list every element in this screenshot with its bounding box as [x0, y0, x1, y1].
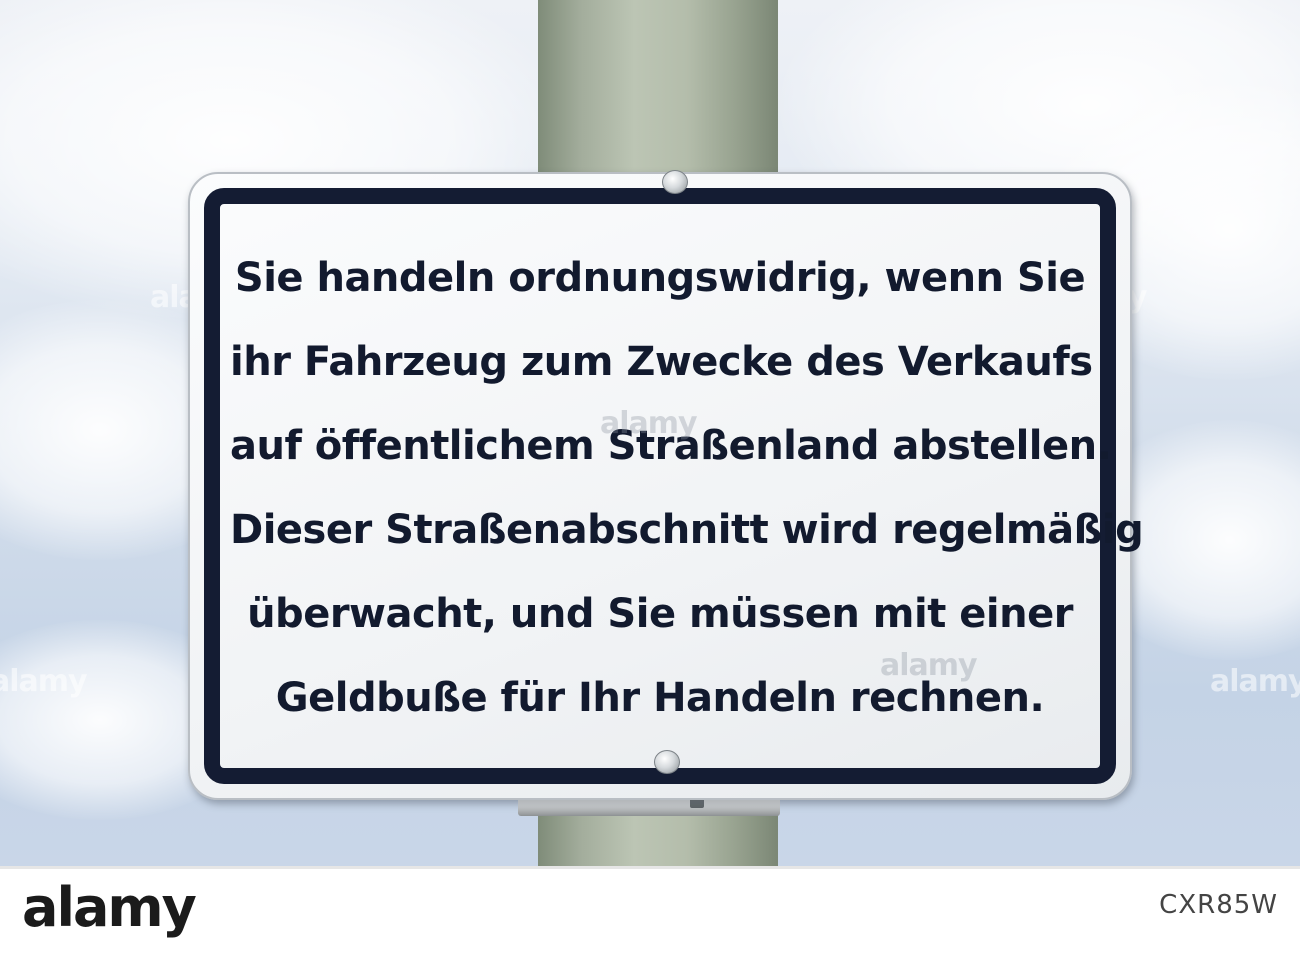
- sign-line: Dieser Straßenabschnitt wird regelmäßig: [230, 507, 1144, 553]
- watermark: alamy: [0, 664, 88, 699]
- watermark: alamy: [1210, 664, 1300, 699]
- alamy-logo: alamy: [22, 876, 197, 939]
- road-sign: Sie handeln ordnungswidrig, wenn Sie ihr…: [188, 170, 1144, 800]
- stock-footer: alamy CXR85W: [0, 866, 1300, 956]
- bottom-bolt-icon: [654, 750, 680, 774]
- photo-scene: alamy alamy alamy alamy Sie handeln ordn…: [0, 0, 1300, 866]
- sign-line: überwacht, und Sie müssen mit einer: [247, 591, 1073, 637]
- sign-line: Sie handeln ordnungswidrig, wenn Sie: [234, 255, 1086, 301]
- footer-divider: [0, 866, 1300, 869]
- sign-line: ihr Fahrzeug zum Zwecke des Verkaufs: [230, 339, 1093, 385]
- watermark: alamy: [600, 406, 698, 441]
- image-id: CXR85W: [1159, 890, 1278, 920]
- top-bolt-icon: [662, 170, 688, 194]
- watermark: alamy: [880, 648, 978, 683]
